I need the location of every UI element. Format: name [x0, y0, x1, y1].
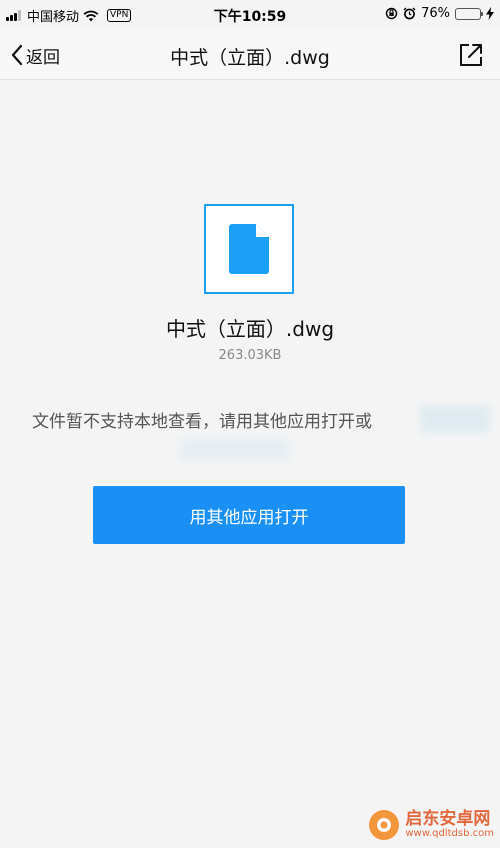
- file-icon-frame: [204, 204, 294, 294]
- watermark-url: www.qdltdsb.com: [405, 827, 494, 839]
- document-icon: [229, 224, 269, 274]
- battery-percent: 76%: [421, 6, 450, 21]
- status-right: 76%: [385, 6, 494, 21]
- file-name: 中式（立面）.dwg: [165, 317, 335, 341]
- back-label: 返回: [26, 47, 60, 68]
- external-link-icon: [460, 44, 482, 66]
- screen: 中国移动 VPN 下午10:59 76% 返回 中式（立面）.dwg 中式（立面…: [0, 0, 500, 848]
- chevron-left-icon: [11, 44, 23, 66]
- orientation-lock-icon: [385, 7, 398, 20]
- file-size: 263.03KB: [218, 348, 282, 363]
- watermark-text: 启东安卓网 www.qdltdsb.com: [405, 808, 494, 839]
- alarm-icon: [403, 7, 416, 20]
- watermark-logo-icon: [369, 810, 400, 840]
- blurred-text-region: [420, 405, 490, 433]
- battery-icon: [455, 7, 483, 20]
- status-bar: 中国移动 VPN 下午10:59 76%: [0, 0, 500, 30]
- charging-bolt-icon: [486, 7, 494, 20]
- external-open-button[interactable]: [458, 42, 484, 68]
- page-title: 中式（立面）.dwg: [170, 47, 330, 69]
- blurred-text-region: [180, 438, 290, 460]
- back-button[interactable]: 返回: [10, 40, 60, 70]
- unsupported-hint-text: 文件暂不支持本地查看，请用其他应用打开或: [32, 412, 372, 432]
- watermark: 启东安卓网 www.qdltdsb.com: [369, 810, 494, 840]
- watermark-name: 启东安卓网: [405, 808, 491, 829]
- open-with-other-app-button[interactable]: 用其他应用打开: [93, 486, 405, 544]
- navigation-bar: 返回 中式（立面）.dwg: [0, 30, 500, 80]
